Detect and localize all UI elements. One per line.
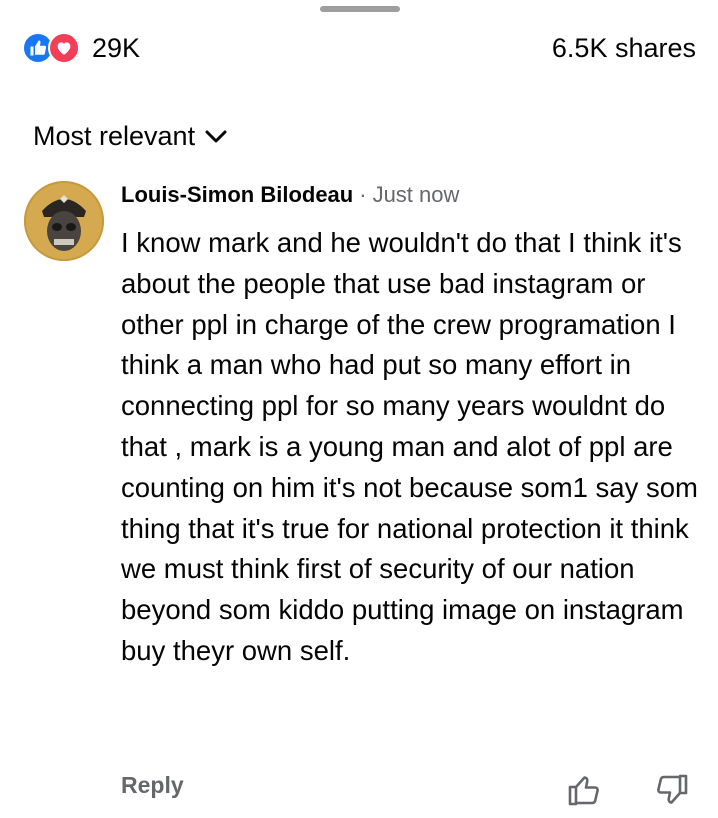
thumbs-down-icon[interactable] (654, 772, 690, 813)
chevron-down-icon (205, 130, 227, 143)
comment-separator: · (359, 182, 367, 207)
reaction-icons (22, 32, 92, 66)
avatar[interactable] (24, 181, 104, 261)
comment-author[interactable]: Louis-Simon Bilodeau (121, 182, 353, 207)
shares-count[interactable]: 6.5K shares (552, 33, 696, 64)
reaction-count: 29K (92, 33, 141, 63)
comment-text: I know mark and he wouldn't do that I th… (121, 227, 698, 666)
thumbs-up-icon[interactable] (566, 772, 602, 813)
reactions-summary[interactable]: 29K 6.5K shares (22, 30, 696, 70)
sort-label: Most relevant (33, 120, 196, 151)
reply-button[interactable]: Reply (121, 772, 184, 799)
comment-timestamp: Just now (372, 182, 460, 207)
sort-dropdown[interactable]: Most relevant (33, 118, 227, 154)
drag-handle[interactable] (320, 6, 400, 12)
heart-icon (48, 32, 80, 64)
comment-header: Louis-Simon Bilodeau · Just now (121, 182, 459, 208)
